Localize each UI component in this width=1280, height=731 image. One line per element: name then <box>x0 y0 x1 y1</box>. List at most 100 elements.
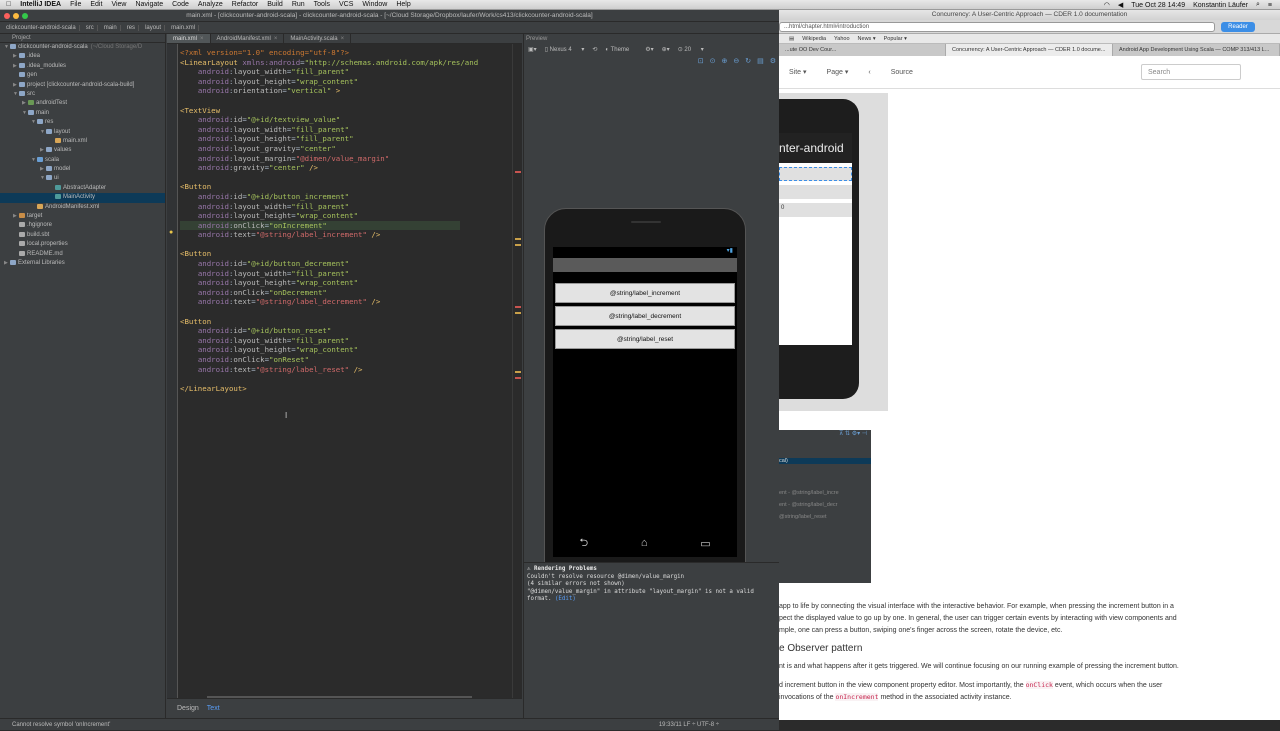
menu-help[interactable]: Help <box>396 1 410 8</box>
volume-icon[interactable]: ◀ <box>1118 1 1123 9</box>
zoom-window-icon[interactable] <box>22 13 28 19</box>
increment-button[interactable]: @string/label_increment <box>555 283 735 303</box>
tree-item[interactable]: ▶ values <box>0 146 165 155</box>
spotlight-icon[interactable]: ⌕ <box>1256 1 1260 9</box>
breadcrumb-item[interactable]: main <box>101 24 121 31</box>
locale-icon[interactable]: ⊕▾ <box>662 46 670 53</box>
back-icon[interactable]: ⮌ <box>579 534 588 553</box>
decrement-button[interactable]: @string/label_decrement <box>555 306 735 326</box>
status-position[interactable]: 19:33/11 LF ÷ UTF-8 ÷ <box>659 719 719 731</box>
close-window-icon[interactable] <box>4 13 10 19</box>
tab-design[interactable]: Design <box>177 705 199 712</box>
url-field[interactable]: ...html/chapter.html#introduction <box>779 22 1215 32</box>
api-dropdown[interactable]: ⊙ 20 ▾ <box>678 46 704 53</box>
menu-window[interactable]: Window <box>362 1 387 8</box>
orientation-icon[interactable]: ⟲ <box>592 46 597 53</box>
home-icon[interactable]: ⌂ <box>641 537 648 549</box>
bookmark-item[interactable]: News ▾ <box>858 36 876 42</box>
menu-run[interactable]: Run <box>292 1 305 8</box>
xml-source[interactable]: <?xml version="1.0" encoding="utf-8"?> <… <box>180 48 510 393</box>
apple-icon[interactable]:  <box>6 1 11 8</box>
menu-file[interactable]: File <box>70 1 81 8</box>
tree-item[interactable]: local.properties <box>0 240 165 249</box>
breadcrumb-item[interactable]: main.xml <box>168 24 200 31</box>
zoom-out-icon[interactable]: ⊖ <box>733 57 739 65</box>
tree-item[interactable]: .hgignore <box>0 221 165 230</box>
device-dropdown[interactable]: ▯ Nexus 4 ▾ <box>545 46 585 53</box>
browser-tab[interactable]: Android App Development Using Scala — CO… <box>1113 44 1280 56</box>
close-tab-icon[interactable]: × <box>200 36 204 42</box>
tree-item[interactable]: ▶ model <box>0 165 165 174</box>
tab-android-manifest[interactable]: AndroidManifest.xml × <box>211 34 285 43</box>
menu-navigate[interactable]: Navigate <box>135 1 163 8</box>
recents-icon[interactable]: ▭ <box>700 537 710 550</box>
reader-button[interactable]: Reader <box>1221 22 1255 32</box>
bookmark-item[interactable]: Popular ▾ <box>884 36 907 42</box>
tree-item[interactable]: ▶ External Libraries <box>0 259 165 268</box>
minimize-window-icon[interactable] <box>13 13 19 19</box>
bookmark-item[interactable]: Yahoo <box>834 36 850 42</box>
tab-text[interactable]: Text <box>207 705 220 712</box>
bookmark-item[interactable]: Wikipedia <box>802 36 826 42</box>
zoom-fit-icon[interactable]: ⊡ <box>698 57 704 65</box>
tree-item[interactable]: gen <box>0 71 165 80</box>
tree-item[interactable]: ▶ androidTest <box>0 99 165 108</box>
user-name[interactable]: Konstantin Läufer <box>1193 2 1248 9</box>
tree-item[interactable]: ▶ target <box>0 212 165 221</box>
preview-config-icon[interactable]: ▣▾ <box>528 46 537 53</box>
refresh-icon[interactable]: ↻ <box>745 57 751 65</box>
capture-icon[interactable]: ▤ <box>757 57 764 65</box>
close-tab-icon[interactable]: × <box>274 36 278 42</box>
previous-link[interactable]: ‹ <box>868 69 870 76</box>
browser-tab[interactable]: ...ute OO Dev Cour... <box>779 44 946 56</box>
tree-item[interactable]: ▼ clickcounter-android-scala (~/Cloud Stor… <box>0 43 165 52</box>
tree-item[interactable]: AndroidManifest.xml <box>0 203 165 212</box>
menu-edit[interactable]: Edit <box>90 1 102 8</box>
zoom-actual-icon[interactable]: ⊙ <box>710 57 716 65</box>
clock[interactable]: Tue Oct 28 14:49 <box>1131 2 1185 9</box>
breadcrumb-item[interactable]: src <box>83 24 98 31</box>
tree-item[interactable]: ▶ .idea_modules <box>0 62 165 71</box>
reset-button[interactable]: @string/label_reset <box>555 329 735 349</box>
tree-item[interactable]: ▼ res <box>0 118 165 127</box>
theme-dropdown[interactable]: ◐ Theme <box>605 47 637 53</box>
breadcrumb-item[interactable]: clickcounter-android-scala <box>3 24 80 31</box>
tree-item[interactable]: build.sbt <box>0 231 165 240</box>
source-link[interactable]: Source <box>891 69 913 76</box>
bookmark-icon[interactable]: ▤ <box>789 36 794 42</box>
tree-item[interactable]: ▶ project [clickcounter-android-scala-bui… <box>0 81 165 90</box>
tab-main-activity[interactable]: MainActivity.scala × <box>284 34 352 43</box>
code-editor[interactable]: ● <?xml version="1.0" encoding="utf-8"?>… <box>167 44 522 698</box>
menu-refactor[interactable]: Refactor <box>232 1 258 8</box>
list-icon[interactable]: ≡ <box>1268 2 1272 9</box>
menu-code[interactable]: Code <box>172 1 189 8</box>
close-tab-icon[interactable]: × <box>341 36 345 42</box>
menu-view[interactable]: View <box>111 1 126 8</box>
menu-analyze[interactable]: Analyze <box>198 1 223 8</box>
tree-item[interactable]: ▼ layout <box>0 128 165 137</box>
page-menu[interactable]: Page ▾ <box>827 68 849 76</box>
tree-item[interactable]: ▼ scala <box>0 156 165 165</box>
browser-tab-active[interactable]: Concurrency: A User-Centric Approach — C… <box>946 44 1113 56</box>
tree-item[interactable]: main.xml <box>0 137 165 146</box>
activity-icon[interactable]: ⚙▾ <box>645 46 653 53</box>
tree-item[interactable]: MainActivity <box>0 193 165 203</box>
settings-icon[interactable]: ⚙ <box>770 57 776 65</box>
tree-item[interactable]: ▼ src <box>0 90 165 99</box>
breadcrumb-item[interactable]: layout <box>142 24 166 31</box>
search-input[interactable]: Search <box>1141 64 1241 80</box>
edit-link[interactable]: (Edit) <box>555 596 576 602</box>
tree-item[interactable]: AbstractAdapter <box>0 184 165 193</box>
tree-item[interactable]: ▼ ui <box>0 174 165 183</box>
tree-item[interactable]: ▼ main <box>0 109 165 118</box>
error-stripe[interactable] <box>512 44 522 698</box>
zoom-in-icon[interactable]: ⊕ <box>721 57 727 65</box>
project-panel-header[interactable]: Project <box>0 34 165 43</box>
tab-main-xml[interactable]: main.xml × <box>167 34 211 43</box>
menu-build[interactable]: Build <box>267 1 283 8</box>
wifi-icon[interactable]: ◠ <box>1104 1 1110 9</box>
menu-app-name[interactable]: IntelliJ IDEA <box>20 1 61 8</box>
site-menu[interactable]: Site ▾ <box>789 68 807 76</box>
editor-gutter[interactable]: ● <box>167 44 178 698</box>
tree-item[interactable]: ▶ .idea <box>0 52 165 61</box>
